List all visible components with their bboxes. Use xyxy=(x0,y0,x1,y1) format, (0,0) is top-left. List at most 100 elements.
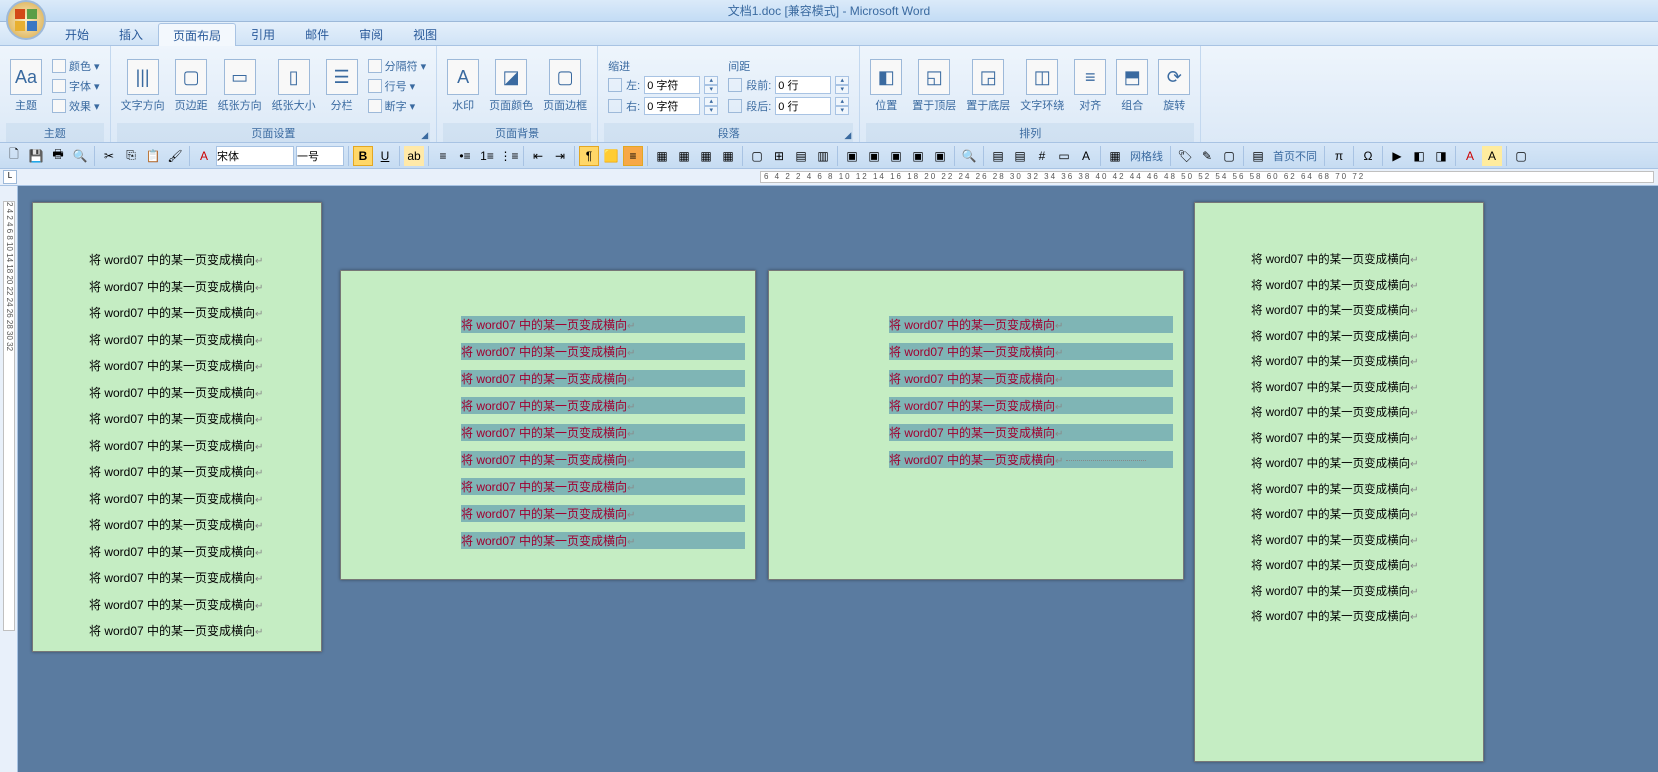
qat-align-left[interactable]: ≡ xyxy=(433,146,453,166)
doc-line[interactable]: 将 word07 中的某一页变成横向↵ xyxy=(1251,379,1473,395)
space-after-up[interactable]: ▴ xyxy=(835,97,849,106)
qat-font-color[interactable]: A xyxy=(194,146,214,166)
indent-left-input[interactable] xyxy=(644,76,700,94)
doc-line[interactable]: 将 word07 中的某一页变成横向↵ xyxy=(89,516,311,533)
bring-front-button[interactable]: ◱置于顶层 xyxy=(908,57,960,115)
space-before-down[interactable]: ▾ xyxy=(835,85,849,94)
qat-shading[interactable]: 🟨 xyxy=(601,146,621,166)
size-button[interactable]: ▯纸张大小 xyxy=(268,57,320,115)
margins-button[interactable]: ▢页边距 xyxy=(171,57,212,115)
tab-references[interactable]: 引用 xyxy=(236,22,290,45)
themes-button[interactable]: Aa主题 xyxy=(6,57,46,115)
doc-line[interactable]: 将 word07 中的某一页变成横向↵ xyxy=(89,304,311,321)
doc-line[interactable]: 将 word07 中的某一页变成横向↵ xyxy=(89,622,311,639)
qat-context3[interactable]: ▢ xyxy=(1219,146,1239,166)
pagecolor-button[interactable]: ◪页面颜色 xyxy=(485,57,537,115)
indent-right-down[interactable]: ▾ xyxy=(704,106,718,115)
theme-colors-button[interactable]: 颜色 ▾ xyxy=(48,56,104,76)
indent-left-down[interactable]: ▾ xyxy=(704,85,718,94)
qat-table[interactable]: ▦ xyxy=(652,146,672,166)
doc-line[interactable]: 将 word07 中的某一页变成横向↵ xyxy=(1251,557,1473,573)
doc-line[interactable]: 将 word07 中的某一页变成横向↵ xyxy=(1251,506,1473,522)
qat-textbox[interactable]: ▭ xyxy=(1054,146,1074,166)
page-3[interactable]: 将 word07 中的某一页变成横向↵ 将 word07 中的某一页变成横向↵ 将 … xyxy=(768,270,1184,580)
qat-underline[interactable]: U xyxy=(375,146,395,166)
space-after-down[interactable]: ▾ xyxy=(835,106,849,115)
theme-effects-button[interactable]: 效果 ▾ xyxy=(48,96,104,116)
linenumbers-button[interactable]: 行号 ▾ xyxy=(364,76,431,96)
qat-wordart[interactable]: A xyxy=(1076,146,1096,166)
doc-line[interactable]: 将 word07 中的某一页变成横向↵ xyxy=(89,490,311,507)
doc-line[interactable]: 将 word07 中的某一页变成横向↵ xyxy=(89,437,311,454)
qat-borders[interactable]: ▢ xyxy=(747,146,767,166)
qat-bold[interactable]: B xyxy=(353,146,373,166)
doc-line[interactable]: 将 word07 中的某一页变成横向↵ xyxy=(89,410,311,427)
doc-line[interactable]: 将 word07 中的某一页变成横向↵ xyxy=(461,424,745,441)
pagesetup-launcher[interactable]: ◢ xyxy=(421,130,428,141)
doc-line[interactable]: 将 word07 中的某一页变成横向↵ xyxy=(89,357,311,374)
doc-line[interactable]: 将 word07 中的某一页变成横向↵ xyxy=(1251,455,1473,471)
qat-context2[interactable]: ✎ xyxy=(1197,146,1217,166)
doc-line[interactable]: 将 word07 中的某一页变成横向↵ xyxy=(1251,277,1473,293)
page-4[interactable]: 将 word07 中的某一页变成横向↵ 将 word07 中的某一页变成横向↵ 将 … xyxy=(1194,202,1484,762)
qat-preview[interactable]: 🔍 xyxy=(70,146,90,166)
paragraph-launcher[interactable]: ◢ xyxy=(844,130,851,141)
qat-zoom[interactable]: 🔍 xyxy=(959,146,979,166)
font-size-input[interactable] xyxy=(296,146,344,166)
qat-showmarks[interactable]: ¶ xyxy=(579,146,599,166)
watermark-button[interactable]: A水印 xyxy=(443,57,483,115)
tab-mailings[interactable]: 邮件 xyxy=(290,22,344,45)
indent-right-up[interactable]: ▴ xyxy=(704,97,718,106)
qat-new[interactable]: 🗋 xyxy=(4,146,24,166)
qat-footer[interactable]: ▤ xyxy=(1010,146,1030,166)
doc-line[interactable]: 将 word07 中的某一页变成横向↵ xyxy=(461,532,745,549)
indent-right-input[interactable] xyxy=(644,97,700,115)
qat-cut[interactable]: ✂ xyxy=(99,146,119,166)
page-2[interactable]: 将 word07 中的某一页变成横向↵ 将 word07 中的某一页变成横向↵ 将 … xyxy=(340,270,756,580)
space-before-input[interactable] xyxy=(775,76,831,94)
tab-selector[interactable]: L xyxy=(3,170,17,184)
qat-merge[interactable]: ▦ xyxy=(718,146,738,166)
space-before-up[interactable]: ▴ xyxy=(835,76,849,85)
qat-symbol[interactable]: Ω xyxy=(1358,146,1378,166)
doc-line[interactable]: 将 word07 中的某一页变成横向↵ xyxy=(1251,481,1473,497)
qat-save[interactable]: 💾 xyxy=(26,146,46,166)
font-family-input[interactable] xyxy=(216,146,294,166)
office-button[interactable] xyxy=(6,0,46,40)
qat-color2[interactable]: A xyxy=(1482,146,1502,166)
doc-line[interactable]: 将 word07 中的某一页变成横向↵ xyxy=(1251,404,1473,420)
space-after-input[interactable] xyxy=(775,97,831,115)
doc-line[interactable]: 将 word07 中的某一页变成横向↵ xyxy=(461,316,745,333)
doc-line[interactable]: 将 word07 中的某一页变成横向↵ xyxy=(89,251,311,268)
doc-line[interactable]: 将 word07 中的某一页变成横向↵ xyxy=(1251,583,1473,599)
columns-button[interactable]: ☰分栏 xyxy=(322,57,362,115)
qat-view5[interactable]: ▣ xyxy=(930,146,950,166)
doc-line[interactable]: 将 word07 中的某一页变成横向↵ xyxy=(461,343,745,360)
doc-line[interactable]: 将 word07 中的某一页变成横向↵ xyxy=(1251,353,1473,369)
doc-line[interactable]: 将 word07 中的某一页变成横向↵ xyxy=(89,384,311,401)
qat-header[interactable]: ▤ xyxy=(988,146,1008,166)
qat-copy[interactable]: ⎘ xyxy=(121,146,141,166)
doc-line[interactable]: 将 word07 中的某一页变成横向↵ xyxy=(889,316,1173,333)
doc-line[interactable]: 将 word07 中的某一页变成横向↵ xyxy=(461,370,745,387)
doc-line[interactable]: 将 word07 中的某一页变成横向↵ xyxy=(461,451,745,468)
doc-line[interactable]: 将 word07 中的某一页变成横向↵ xyxy=(889,397,1173,414)
doc-line[interactable]: 将 word07 中的某一页变成横向↵ xyxy=(89,569,311,586)
qat-format-painter[interactable]: 🖌 xyxy=(165,146,185,166)
qat-center[interactable]: ≡ xyxy=(623,146,643,166)
qat-pagenum[interactable]: # xyxy=(1032,146,1052,166)
qat-multilevel[interactable]: ⋮≡ xyxy=(499,146,519,166)
doc-line[interactable]: 将 word07 中的某一页变成横向↵ xyxy=(461,397,745,414)
qat-indent-dec[interactable]: ⇤ xyxy=(528,146,548,166)
qat-view3[interactable]: ▣ xyxy=(886,146,906,166)
doc-line[interactable]: 将 word07 中的某一页变成横向↵ xyxy=(889,451,1173,468)
qat-layout1[interactable]: ▤ xyxy=(791,146,811,166)
qat-insert-rows[interactable]: ▦ xyxy=(674,146,694,166)
qat-numbering[interactable]: 1≡ xyxy=(477,146,497,166)
qat-misc2[interactable]: ◨ xyxy=(1431,146,1451,166)
tab-review[interactable]: 审阅 xyxy=(344,22,398,45)
doc-line[interactable]: 将 word07 中的某一页变成横向↵ xyxy=(89,331,311,348)
qat-paste[interactable]: 📋 xyxy=(143,146,163,166)
pageborders-button[interactable]: ▢页面边框 xyxy=(539,57,591,115)
theme-fonts-button[interactable]: 字体 ▾ xyxy=(48,76,104,96)
